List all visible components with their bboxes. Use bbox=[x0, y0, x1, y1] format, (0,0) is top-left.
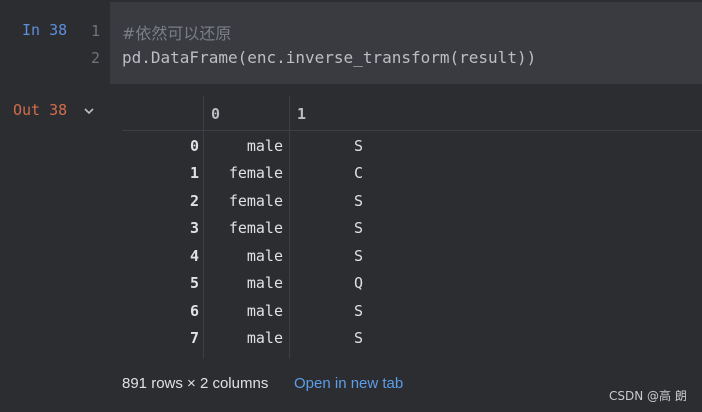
output-cell-prompt: Out 38 bbox=[13, 101, 68, 119]
chevron-down-icon[interactable] bbox=[82, 104, 96, 118]
code-line[interactable]: pd.DataFrame(enc.inverse_transform(resul… bbox=[122, 48, 536, 67]
table-cell: male bbox=[246, 302, 283, 320]
table-cell: male bbox=[246, 247, 283, 265]
table-cell: S bbox=[354, 192, 364, 210]
table-cell: C bbox=[354, 164, 364, 182]
row-index: 4 bbox=[189, 247, 199, 265]
row-count-summary: 891 rows × 2 columns bbox=[122, 375, 269, 392]
column-divider bbox=[289, 96, 290, 359]
row-index: 3 bbox=[189, 219, 199, 237]
column-divider bbox=[203, 96, 204, 359]
table-cell: S bbox=[354, 247, 364, 265]
line-number: 1 bbox=[90, 22, 100, 40]
table-cell: female bbox=[228, 192, 283, 210]
code-line-comment[interactable]: #依然可以还原 bbox=[122, 20, 231, 44]
table-cell: male bbox=[246, 274, 283, 292]
row-index: 6 bbox=[189, 302, 199, 320]
row-index: 1 bbox=[189, 164, 199, 182]
input-cell-prompt: In 38 bbox=[22, 21, 68, 39]
table-cell: S bbox=[354, 302, 364, 320]
row-index: 7 bbox=[189, 329, 199, 347]
table-cell: Q bbox=[354, 274, 364, 292]
dataframe-table: 0 1 0 male S 1 female C 2 female S 3 fem… bbox=[122, 96, 702, 359]
table-cell: male bbox=[246, 137, 283, 155]
table-cell: female bbox=[228, 219, 283, 237]
column-header[interactable]: 1 bbox=[297, 105, 306, 123]
row-index: 5 bbox=[189, 274, 199, 292]
line-number: 2 bbox=[90, 49, 100, 67]
table-cell: male bbox=[246, 329, 283, 347]
watermark-text: CSDN @高 朗 bbox=[609, 389, 687, 403]
table-cell: female bbox=[228, 164, 283, 182]
table-header-row: 0 1 bbox=[122, 96, 702, 131]
table-cell: S bbox=[354, 219, 364, 237]
row-index: 0 bbox=[189, 137, 199, 155]
row-index: 2 bbox=[189, 192, 199, 210]
open-in-new-tab-link[interactable]: Open in new tab bbox=[294, 375, 403, 392]
table-cell: S bbox=[354, 137, 364, 155]
table-cell: S bbox=[354, 329, 364, 347]
column-header[interactable]: 0 bbox=[211, 105, 220, 123]
